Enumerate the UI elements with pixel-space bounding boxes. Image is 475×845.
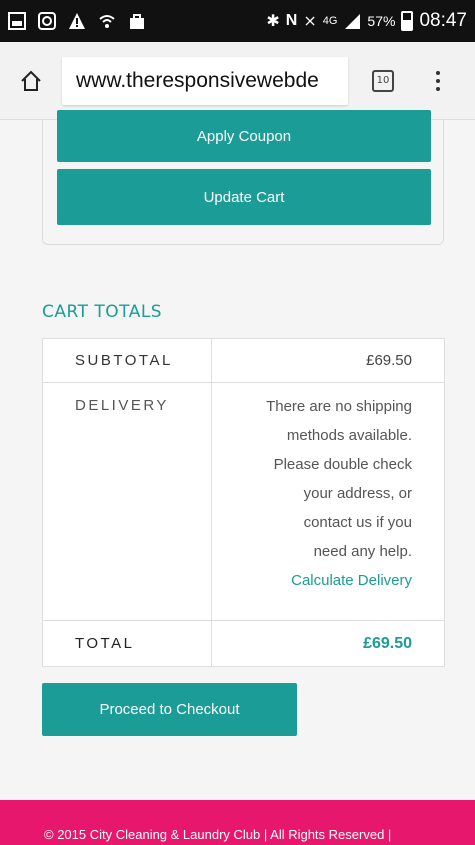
delivery-label: DELIVERY: [42, 382, 212, 621]
tab-count: 10: [372, 69, 394, 92]
overflow-menu-icon[interactable]: [418, 42, 458, 120]
battery-icon: [401, 11, 414, 31]
delivery-row: DELIVERY There are no shipping methods a…: [42, 382, 445, 621]
tabs-button[interactable]: 10: [348, 42, 418, 120]
clock: 08:47: [419, 10, 467, 31]
total-row: TOTAL £69.50: [42, 620, 445, 667]
browser-toolbar: www.theresponsivewebde 10: [0, 42, 475, 120]
signal-icon: [345, 14, 361, 29]
mute-icon: ⨯: [303, 13, 317, 30]
delivery-line: methods available.: [286, 427, 412, 444]
system-status: ✱ N ⨯ 4G 57% 08:47: [266, 10, 467, 32]
shopping-bag-icon: [130, 14, 144, 29]
proceed-to-checkout-button[interactable]: Proceed to Checkout: [42, 683, 297, 736]
delivery-line: There are no shipping: [266, 398, 412, 415]
instagram-icon: [38, 12, 56, 30]
subtotal-value: £69.50: [211, 338, 445, 383]
cart-totals-heading: CART TOTALS: [42, 302, 163, 322]
bluetooth-icon: ✱: [266, 13, 280, 30]
status-bar: ✱ N ⨯ 4G 57% 08:47: [0, 0, 475, 42]
notification-icons: [8, 12, 146, 30]
update-cart-button[interactable]: Update Cart: [57, 169, 431, 225]
gallery-icon: [8, 12, 26, 30]
footer: © 2015 City Cleaning & Laundry Club | Al…: [0, 800, 475, 845]
delivery-message: There are no shipping methods available.…: [211, 382, 445, 621]
wifi-icon: [99, 15, 115, 28]
total-label: TOTAL: [42, 620, 212, 667]
battery-percent: 57%: [367, 13, 396, 29]
total-value: £69.50: [363, 635, 412, 652]
home-icon: [21, 70, 41, 91]
nfc-icon: N: [285, 12, 298, 29]
copyright-text: © 2015 City Cleaning & Laundry Club | Al…: [44, 827, 392, 842]
network-type: 4G: [322, 15, 338, 27]
total-value-cell: £69.50: [211, 620, 445, 667]
subtotal-label: SUBTOTAL: [42, 338, 212, 383]
subtotal-row: SUBTOTAL £69.50: [42, 338, 445, 383]
delivery-line: Please double check: [273, 456, 412, 473]
cart-totals-table: SUBTOTAL £69.50 DELIVERY There are no sh…: [42, 338, 445, 667]
delivery-line: need any help.: [313, 543, 412, 560]
delivery-line: contact us if you: [303, 514, 412, 531]
home-button[interactable]: [0, 42, 62, 120]
warning-icon: [69, 13, 85, 29]
calculate-delivery-link[interactable]: Calculate Delivery: [212, 566, 412, 595]
page-content: Apply Coupon Update Cart CART TOTALS SUB…: [0, 110, 475, 800]
apply-coupon-button[interactable]: Apply Coupon: [57, 110, 431, 162]
url-bar[interactable]: www.theresponsivewebde: [62, 56, 348, 105]
delivery-line: your address, or: [303, 485, 412, 502]
